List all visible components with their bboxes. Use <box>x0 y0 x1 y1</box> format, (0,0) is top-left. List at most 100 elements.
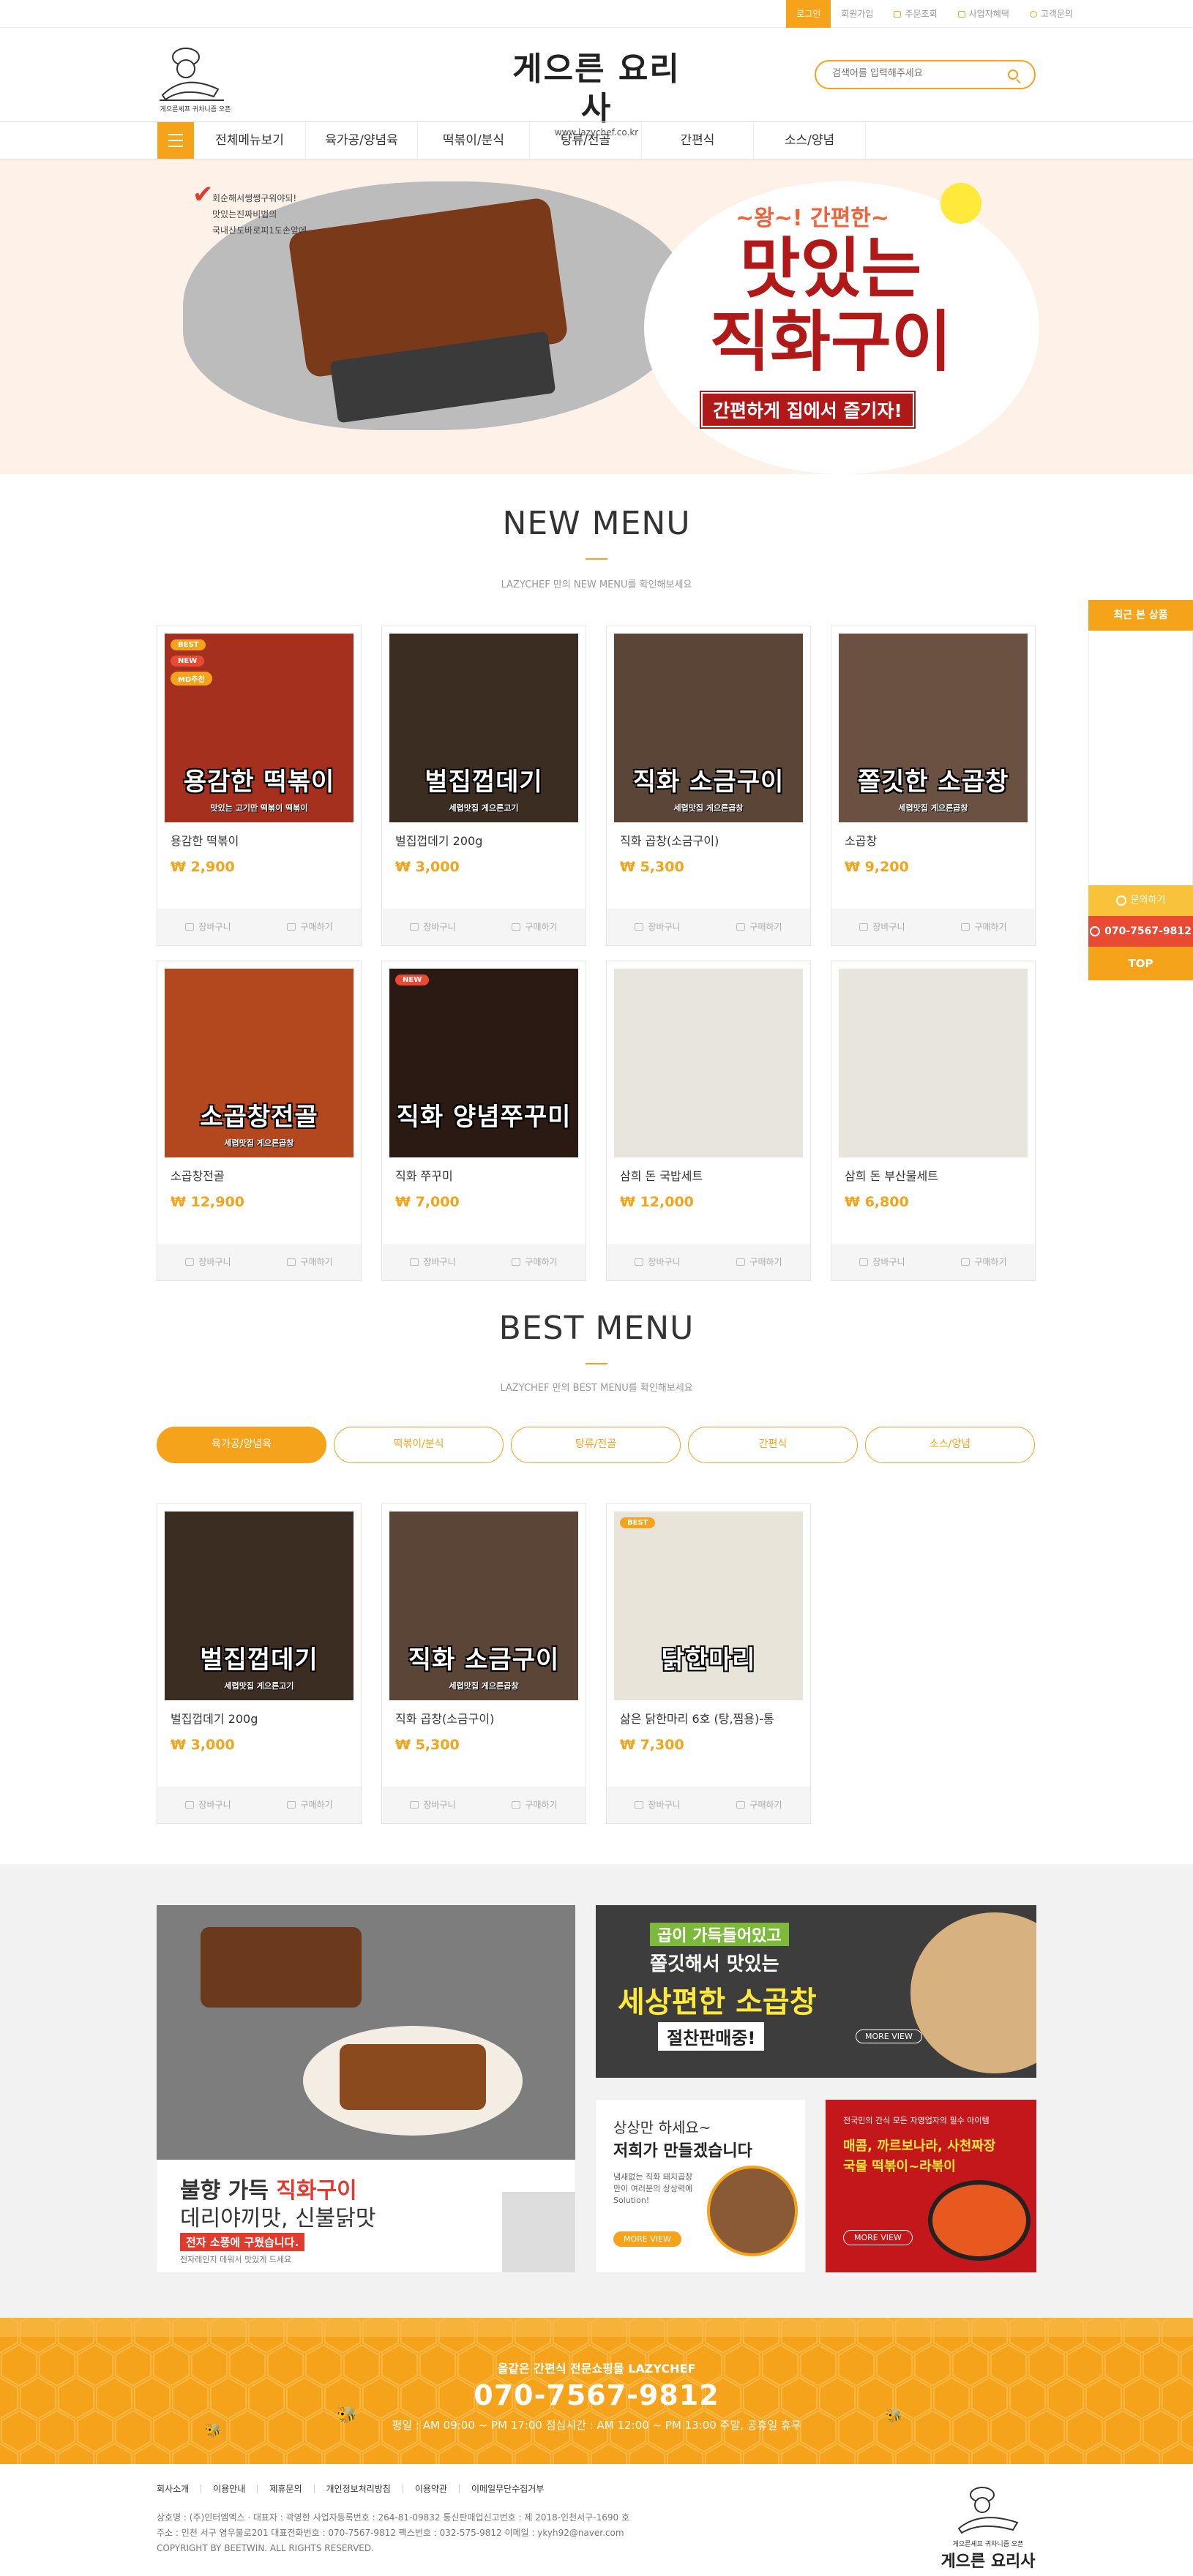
inquiry-button[interactable]: 문의하기 <box>1088 885 1193 916</box>
product-name[interactable]: 소곱창전골 <box>171 1166 225 1184</box>
product-image[interactable]: BEST 닭한마리 <box>614 1512 803 1700</box>
product-card[interactable]: 쫄깃한 소곱창 세렵맛집 게으른곱창 소곱창 ₩ 9,200 장바구니 구매하기 <box>831 626 1036 946</box>
product-name[interactable]: 삶은 닭한마리 6호 (탕,찜용)-통 <box>620 1709 774 1727</box>
buy-button[interactable]: 구매하기 <box>484 909 586 945</box>
product-image[interactable]: 벌집껍데기 세렵맛집 게으른고기 <box>165 1512 354 1700</box>
cart-button[interactable]: 장바구니 <box>607 909 708 945</box>
action-label: 장바구니 <box>423 1257 456 1267</box>
more-view-button[interactable]: MORE VIEW <box>613 2231 681 2247</box>
footer-link[interactable]: 제휴문의 <box>257 2485 313 2493</box>
buy-button[interactable]: 구매하기 <box>933 1244 1035 1280</box>
nav-item[interactable]: 탕류/전골 <box>530 122 642 159</box>
product-name[interactable]: 벌집껍데기 200g <box>171 1709 258 1727</box>
phone-button[interactable]: 070-7567-9812 <box>1088 916 1193 947</box>
nav-item[interactable]: 소스/양념 <box>754 122 866 159</box>
product-image[interactable]: 소곱창전골 세렵맛집 게으른곱창 <box>165 969 354 1157</box>
buy-button[interactable]: 구매하기 <box>259 909 361 945</box>
product-card[interactable]: 벌집껍데기 세렵맛집 게으른고기 벌집껍데기 200g ₩ 3,000 장바구니 구매하기 <box>381 626 586 946</box>
nav-item[interactable]: 전체메뉴보기 <box>194 122 306 159</box>
product-card[interactable]: BEST NEW MD추천 용감한 떡볶이 맛있는 고기만 떡볶이 떡볶이용감한 떡볶이… <box>157 626 362 946</box>
footer-link[interactable]: 개인정보처리방침 <box>313 2485 403 2493</box>
top-button[interactable]: TOP <box>1088 947 1193 980</box>
cart-button[interactable]: 장바구니 <box>382 1244 484 1280</box>
product-image[interactable]: 쫄깃한 소곱창 세렵맛집 게으른곱창 <box>839 634 1028 822</box>
more-view-button[interactable]: MORE VIEW <box>843 2230 913 2245</box>
product-name[interactable]: 소곱창 <box>845 831 877 849</box>
promo-banner-gopchang[interactable]: 곱이 가득들어있고 쫄깃해서 맛있는 세상편한 소곱창 절찬판매중! MORE … <box>596 1905 1036 2078</box>
buy-button[interactable]: 구매하기 <box>259 1244 361 1280</box>
product-card[interactable]: 직화 소금구이 세렵맛집 게으른곱창 직화 곱창(소금구이) ₩ 5,300 장바구니 구… <box>381 1503 586 1824</box>
nav-item[interactable]: 간편식 <box>642 122 754 159</box>
best-menu-tab[interactable]: 탕류/전골 <box>511 1427 681 1463</box>
best-menu-tab[interactable]: 간편식 <box>688 1427 858 1463</box>
nav-item[interactable]: 육가공/양념육 <box>306 122 418 159</box>
cart-button[interactable]: 장바구니 <box>382 909 484 945</box>
cart-button[interactable]: 장바구니 <box>382 1787 484 1823</box>
search-icon[interactable] <box>1008 70 1018 80</box>
product-name[interactable]: 삼희 돈 부산물세트 <box>845 1166 938 1184</box>
chef-logo[interactable]: 게으른셰프 귀차니즘 오픈 <box>155 44 231 113</box>
hero-banner[interactable]: ✔ 회순해서쌩쌩구워야되! 맛있는진짜비법의 국내산도바로피1도손앞에 ~왕~!… <box>0 159 1193 474</box>
cart-button[interactable]: 장바구니 <box>157 1244 259 1280</box>
buy-button[interactable]: 구매하기 <box>259 1787 361 1823</box>
buy-button[interactable]: 구매하기 <box>933 909 1035 945</box>
product-name[interactable]: 직화 곱창(소금구이) <box>395 1709 494 1727</box>
promo-banner-tteokbokki[interactable]: 전국민의 간식 모든 자영업자의 필수 아이템 매콤, 까르보나라, 사천짜장 … <box>826 2100 1036 2272</box>
best-menu-tab[interactable]: 소스/양념 <box>865 1427 1035 1463</box>
best-menu-tab[interactable]: 육가공/양념육 <box>157 1427 326 1463</box>
product-card[interactable]: 소곱창전골 세렵맛집 게으른곱창 소곱창전골 ₩ 12,900 장바구니 구매하기 <box>157 961 362 1281</box>
top-link[interactable]: 사업자혜택 <box>948 0 1020 28</box>
buy-button[interactable]: 구매하기 <box>708 1787 810 1823</box>
product-card[interactable]: BEST 닭한마리 삶은 닭한마리 6호 (탕,찜용)-통 ₩ 7,300 장바구니 구매… <box>606 1503 811 1824</box>
promo-banner-grill[interactable]: 불향 가득 직화구이 데리야끼맛, 신불닭맛 전자 소풍에 구웠습니다. 전자레… <box>157 1905 575 2272</box>
footer-link[interactable]: 이메일무단수집거부 <box>459 2485 556 2493</box>
product-image[interactable]: NEW 직화 양념쭈꾸미 <box>389 969 578 1157</box>
product-name[interactable]: 직화 곱창(소금구이) <box>620 831 719 849</box>
cart-button[interactable]: 장바구니 <box>831 909 933 945</box>
cart-button[interactable]: 장바구니 <box>607 1787 708 1823</box>
product-image[interactable]: 벌집껍데기 세렵맛집 게으른고기 <box>389 634 578 822</box>
best-menu-tab[interactable]: 떡볶이/분식 <box>334 1427 504 1463</box>
buy-button[interactable]: 구매하기 <box>708 1244 810 1280</box>
top-link[interactable]: 로그인 <box>786 0 831 28</box>
main-nav: 전체메뉴보기 육가공/양념육 떡볶이/분식 탕류/전골 간편식 소스/양념 <box>0 121 1193 159</box>
top-link[interactable]: 고객문의 <box>1020 0 1083 28</box>
menu-hamburger-icon[interactable] <box>157 122 194 159</box>
product-image[interactable]: 직화 소금구이 세렵맛집 게으른곱창 <box>389 1512 578 1700</box>
footer-link[interactable]: 이용약관 <box>402 2485 459 2493</box>
top-link[interactable]: 회원가입 <box>831 0 883 28</box>
buy-button[interactable]: 구매하기 <box>484 1787 586 1823</box>
product-image[interactable]: BEST NEW MD추천 용감한 떡볶이 맛있는 고기만 떡볶이 떡볶이 <box>165 634 354 822</box>
cart-button[interactable]: 장바구니 <box>831 1244 933 1280</box>
footer-info: 상호명 : (주)인터엠엑스 · 대표자 : 곽영한 사업자등록번호 : 264… <box>157 2510 629 2556</box>
product-image[interactable]: 직화 소금구이 세렵맛집 게으른곱창 <box>614 634 803 822</box>
product-name[interactable]: 직화 쭈꾸미 <box>395 1166 453 1184</box>
product-card[interactable]: NEW 직화 양념쭈꾸미 직화 쭈꾸미 ₩ 7,000 장바구니 구매하기 <box>381 961 586 1281</box>
product-name[interactable]: 삼희 돈 국밥세트 <box>620 1166 703 1184</box>
product-price: ₩ 3,000 <box>171 1737 235 1753</box>
cart-button[interactable]: 장바구니 <box>157 1787 259 1823</box>
product-card[interactable]: 직화 소금구이 세렵맛집 게으른곱창 직화 곱창(소금구이) ₩ 5,300 장바구니 구… <box>606 626 811 946</box>
footer-link[interactable]: 이용안내 <box>201 2485 257 2493</box>
footer-link[interactable]: 회사소개 <box>157 2485 201 2493</box>
product-card[interactable]: 벌집껍데기 세렵맛집 게으른고기벌집껍데기 200g ₩ 3,000 장바구니 구매하기 <box>157 1503 362 1824</box>
cart-icon <box>859 923 869 931</box>
product-image[interactable] <box>839 969 1028 1157</box>
buy-button[interactable]: 구매하기 <box>708 909 810 945</box>
product-name[interactable]: 벌집껍데기 200g <box>395 831 482 849</box>
product-card[interactable]: 삼희 돈 부산물세트 ₩ 6,800 장바구니 구매하기 <box>831 961 1036 1281</box>
product-card[interactable]: 삼희 돈 국밥세트 ₩ 12,000 장바구니 구매하기 <box>606 961 811 1281</box>
footer-logo[interactable]: 게으른셰프 귀차니즘 오픈 게으른 요리사 <box>937 2485 1039 2571</box>
more-view-button[interactable]: MORE VIEW <box>856 2029 922 2043</box>
product-image[interactable] <box>614 969 803 1157</box>
contact-phone[interactable]: 070-7567-9812 <box>0 2379 1193 2411</box>
search-input[interactable] <box>832 68 993 79</box>
cart-button[interactable]: 장바구니 <box>157 909 259 945</box>
top-link[interactable]: 주문조회 <box>883 0 947 28</box>
nav-item[interactable]: 떡볶이/분식 <box>418 122 530 159</box>
title-underline <box>586 558 607 560</box>
cart-button[interactable]: 장바구니 <box>607 1244 708 1280</box>
product-name[interactable]: 용감한 떡볶이 <box>171 831 239 849</box>
promo-banner-imagine[interactable]: 상상만 하세요~ 저희가 만들겠습니다 냄새없는 직화 돼지곱창만이 여러분의 … <box>596 2100 805 2272</box>
buy-button[interactable]: 구매하기 <box>484 1244 586 1280</box>
